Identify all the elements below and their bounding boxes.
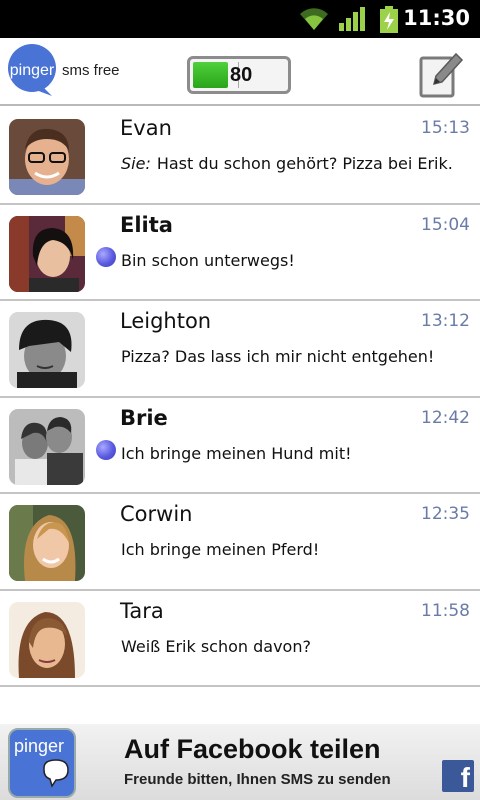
contact-name: Corwin [120, 502, 193, 526]
message-preview: Ich bringe meinen Pferd! [121, 540, 320, 559]
message-preview: Weiß Erik schon davon? [121, 636, 311, 656]
message-preview: Bin schon unterwegs! [121, 250, 295, 270]
message-time: 11:58 [421, 600, 470, 621]
conversation-row[interactable]: Brie 12:42 Ich bringe meinen Hund mit! [0, 397, 480, 494]
credit-meter[interactable]: 80 [187, 56, 291, 94]
credit-value: 80 [230, 64, 253, 86]
contact-name: Elita [120, 212, 173, 237]
contact-name: Evan [120, 116, 172, 140]
conversation-row[interactable]: Corwin 12:35 Ich bringe meinen Pferd! [0, 494, 480, 591]
clock: 11:30 [403, 6, 470, 30]
message-time: 12:35 [421, 504, 470, 524]
message-time: 12:42 [421, 407, 470, 428]
signal-icon [339, 7, 365, 31]
contact-name: Tara [120, 598, 164, 623]
unread-indicator [96, 246, 116, 267]
avatar [9, 601, 85, 678]
message-time: 15:04 [421, 214, 470, 235]
message-preview: Sie: Hast du schon gehört? Pizza bei Erik… [121, 154, 453, 173]
avatar [9, 408, 85, 485]
contact-name: Leighton [120, 309, 212, 333]
unread-indicator [96, 439, 116, 460]
message-text: Hast du schon gehört? Pizza bei Erik. [156, 154, 453, 173]
contact-name: Brie [120, 405, 168, 430]
message-preview: Ich bringe meinen Hund mit! [121, 443, 352, 463]
compose-icon[interactable] [418, 50, 464, 98]
banner-logo-text: pinger [14, 736, 65, 756]
wifi-icon [300, 8, 328, 30]
conversation-row[interactable]: Leighton 13:12 Pizza? Das lass ich mir n… [0, 301, 480, 398]
conversation-list: Evan 15:13 Sie: Hast du schon gehört? Piz… [0, 108, 480, 687]
message-time: 15:13 [421, 118, 470, 138]
avatar [9, 119, 85, 195]
avatar [9, 312, 85, 388]
app-subtitle: sms free [62, 62, 120, 79]
pinger-logo[interactable]: pinger [6, 44, 58, 96]
message-preview: Pizza? Das lass ich mir nicht entgehen! [121, 347, 435, 366]
facebook-icon[interactable]: f [442, 760, 474, 792]
conversation-row[interactable]: Elita 15:04 Bin schon unterwegs! [0, 204, 480, 301]
status-bar: 11:30 [0, 0, 480, 38]
conversation-row[interactable]: Tara 11:58 Weiß Erik schon davon? [0, 590, 480, 687]
facebook-share-banner[interactable]: pinger Auf Facebook teilen Freunde bitte… [0, 724, 480, 800]
avatar [9, 505, 85, 581]
sender-label: Sie: [121, 154, 151, 173]
credit-fill [193, 62, 229, 88]
logo-text: pinger [9, 62, 55, 79]
conversation-row[interactable]: Evan 15:13 Sie: Hast du schon gehört? Piz… [0, 108, 480, 205]
banner-title: Auf Facebook teilen [124, 734, 381, 764]
avatar [9, 215, 85, 292]
message-time: 13:12 [421, 311, 470, 331]
battery-charging-icon [380, 6, 398, 33]
banner-subtitle: Freunde bitten, Ihnen SMS zu senden [124, 771, 391, 788]
